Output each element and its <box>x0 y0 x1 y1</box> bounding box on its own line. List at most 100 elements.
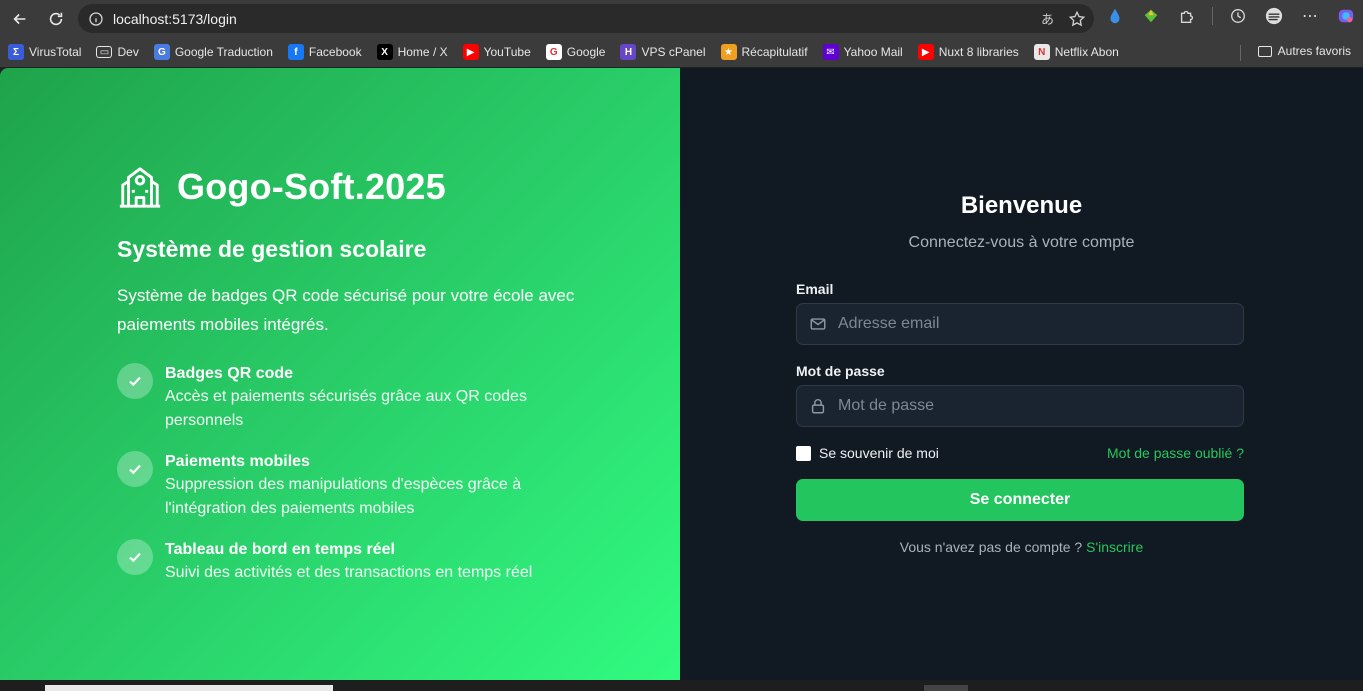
bookmark-home-x[interactable]: X Home / X <box>376 44 448 60</box>
signup-prompt: Vous n'avez pas de compte ? S'inscrire <box>680 539 1363 555</box>
feature-title: Paiements mobiles <box>165 453 310 470</box>
translate-icon[interactable]: あ <box>1041 9 1054 28</box>
google-icon: G <box>545 44 562 60</box>
hostinger-icon: H <box>620 44 637 60</box>
netflix-icon: N <box>1033 44 1050 60</box>
bookmark-label: VPS cPanel <box>641 45 706 59</box>
bookmark-label: Nuxt 8 libraries <box>938 45 1019 59</box>
brand-intro: Système de badges QR code sécurisé pour … <box>117 286 575 334</box>
feature-item: Paiements mobiles Suppression des manipu… <box>117 451 585 521</box>
signup-link[interactable]: S'inscrire <box>1086 539 1143 555</box>
feature-item: Badges QR code Accès et paiements sécuri… <box>117 363 585 433</box>
folder-icon <box>1257 45 1272 57</box>
bookmark-label: YouTube <box>483 45 531 59</box>
bookmark-youtube[interactable]: ▶ YouTube <box>462 44 531 60</box>
lock-icon <box>809 397 827 415</box>
bookmark-label: Yahoo Mail <box>843 45 903 59</box>
bookmark-r-capitulatif[interactable]: ★ Récapitulatif <box>720 44 808 60</box>
toolbar-separator <box>1212 7 1213 25</box>
address-bar[interactable]: localhost:5173/login あ <box>78 4 1094 33</box>
feature-description: Suppression des manipulations d'espèces … <box>165 476 522 517</box>
brand-header: Gogo-Soft.2025 <box>117 164 446 210</box>
youtube-icon: ▶ <box>917 44 934 60</box>
bookmark-yahoo-mail[interactable]: ✉ Yahoo Mail <box>822 44 903 60</box>
bookmarks-bar: Σ VirusTotal ▭ Dev G Google Traduction f Facebo… <box>0 37 1363 67</box>
star-icon[interactable] <box>1068 10 1086 28</box>
check-icon <box>117 539 153 575</box>
bookmark-google[interactable]: G Google <box>545 44 606 60</box>
extensions-area: ⋯ <box>1104 5 1357 27</box>
password-label: Mot de passe <box>796 363 885 379</box>
feature-title: Tableau de bord en temps réel <box>165 541 395 558</box>
school-building-icon <box>119 167 161 208</box>
back-button[interactable] <box>5 4 35 34</box>
gem-icon[interactable] <box>1140 5 1162 27</box>
feature-title: Badges QR code <box>165 365 294 382</box>
login-page: Gogo-Soft.2025 Système de gestion scolai… <box>0 68 1363 680</box>
taskbar-item[interactable] <box>924 685 968 691</box>
url-text[interactable]: localhost:5173/login <box>113 11 237 27</box>
email-label: Email <box>796 281 834 297</box>
bookmark-vps-cpanel[interactable]: H VPS cPanel <box>620 44 706 60</box>
bookmark-virustotal[interactable]: Σ VirusTotal <box>8 44 81 60</box>
bookmark-dev[interactable]: ▭ Dev <box>96 45 139 59</box>
bookmark-nuxt-8-libraries[interactable]: ▶ Nuxt 8 libraries <box>917 44 1019 60</box>
facebook-icon: f <box>287 44 304 60</box>
youtube-icon: ▶ <box>462 44 479 60</box>
copilot-icon[interactable] <box>1335 5 1357 27</box>
password-field-wrapper[interactable] <box>796 385 1244 427</box>
bookmark-label: Dev <box>117 45 139 59</box>
brand-name: Gogo-Soft.2025 <box>177 166 446 207</box>
yahoo-mail-icon: ✉ <box>822 44 839 60</box>
feature-description: Suivi des activités et des transactions … <box>165 564 533 581</box>
taskbar-item[interactable] <box>45 685 333 691</box>
check-icon <box>117 451 153 487</box>
folder-icon: ▭ <box>96 46 113 58</box>
remember-me[interactable]: Se souvenir de moi <box>796 445 939 461</box>
translate-icon: G <box>153 44 170 60</box>
signup-prompt-text: Vous n'avez pas de compte ? <box>899 539 1083 555</box>
profile-icon[interactable] <box>1263 5 1285 27</box>
brand-panel: Gogo-Soft.2025 Système de gestion scolai… <box>0 68 680 680</box>
feature-item: Tableau de bord en temps réel Suivi des … <box>117 539 585 585</box>
login-panel: Bienvenue Connectez-vous à votre compte … <box>680 68 1363 680</box>
email-field-wrapper[interactable] <box>796 303 1244 345</box>
site-info-icon[interactable] <box>88 11 104 27</box>
remember-me-checkbox[interactable] <box>796 445 811 461</box>
drop-icon[interactable] <box>1104 5 1126 27</box>
browser-toolbar: localhost:5173/login あ ⋯ <box>0 0 1363 37</box>
bookmark-facebook[interactable]: f Facebook <box>287 44 362 60</box>
bookmark-label: VirusTotal <box>29 45 82 59</box>
bookmarks-separator <box>1240 45 1241 61</box>
bookmark-label: Netflix Abon <box>1054 45 1119 59</box>
reload-icon <box>49 12 63 25</box>
bookmark-label: Google Traduction <box>174 45 273 59</box>
bookmark-label: Facebook <box>308 45 362 59</box>
taskbar-strip <box>0 680 1363 691</box>
bookmark-label: Google <box>566 45 606 59</box>
bookmark-google-traduction[interactable]: G Google Traduction <box>153 44 273 60</box>
more-icon[interactable]: ⋯ <box>1299 5 1321 27</box>
x-icon: X <box>376 44 393 60</box>
mail-icon <box>809 315 827 333</box>
reload-button[interactable] <box>41 4 71 34</box>
password-field[interactable] <box>838 397 1238 415</box>
bookmark-label: Home / X <box>397 45 448 59</box>
history-icon[interactable] <box>1227 5 1249 27</box>
bookmark-label: Récapitulatif <box>741 45 808 59</box>
forgot-password-link[interactable]: Mot de passe oublié ? <box>1107 445 1244 461</box>
email-field[interactable] <box>838 315 1238 333</box>
other-favorites[interactable]: Autres favoris <box>1257 44 1351 58</box>
star-badge-icon: ★ <box>720 44 737 60</box>
puzzle-icon[interactable] <box>1176 5 1198 27</box>
feature-description: Accès et paiements sécurisés grâce aux Q… <box>165 388 527 429</box>
login-title: Bienvenue <box>960 192 1083 219</box>
login-button[interactable]: Se connecter <box>796 479 1244 521</box>
bookmark-netflix-abon[interactable]: N Netflix Abon <box>1033 44 1119 60</box>
other-favorites-label: Autres favoris <box>1277 44 1351 58</box>
login-subtitle: Connectez-vous à votre compte <box>908 234 1135 251</box>
check-icon <box>117 363 153 399</box>
virustotal-icon: Σ <box>8 44 24 60</box>
remember-me-label: Se souvenir de moi <box>819 445 939 461</box>
back-arrow-icon <box>13 13 26 24</box>
